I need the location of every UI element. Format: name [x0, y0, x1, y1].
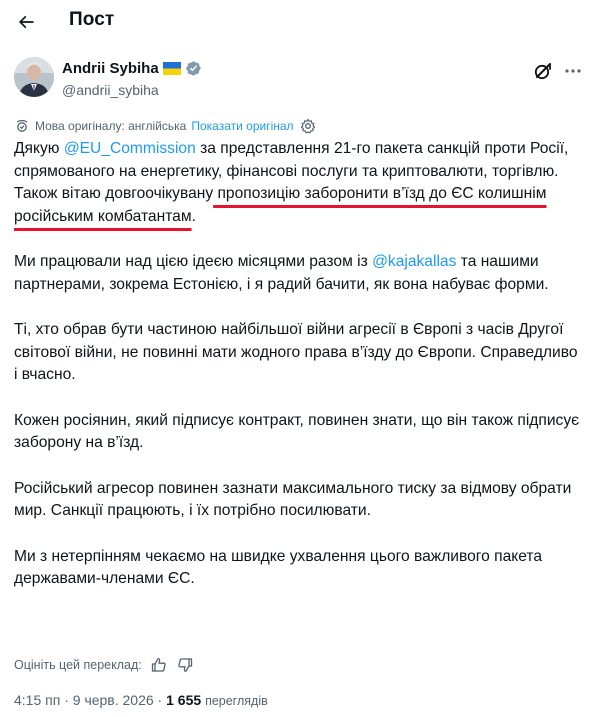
views-count: 1 655 — [166, 692, 202, 708]
post-time[interactable]: 4:15 пп — [14, 692, 60, 708]
post-paragraph-5: Російський агресор повинен зазнати макси… — [14, 479, 572, 520]
post-paragraph-2: Ми працювали над цією ідеєю місяцями раз… — [14, 253, 549, 293]
views-label: переглядів — [205, 694, 268, 708]
author-name[interactable]: Andrii Sybiha — [62, 60, 202, 77]
avatar[interactable] — [14, 57, 54, 97]
more-options-icon[interactable] — [562, 60, 584, 82]
post-date[interactable]: 9 черв. 2026 — [73, 692, 154, 708]
post-meta: 4:15 пп · 9 черв. 2026 · 1 655 перегляді… — [14, 692, 268, 708]
author-handle[interactable]: @andrii_sybiha — [62, 82, 159, 98]
page-title: Пост — [69, 9, 115, 30]
rate-translation-bar: Оцініть цей переклад: — [14, 655, 194, 675]
gear-icon[interactable] — [300, 118, 316, 134]
mention-eu-commission[interactable]: @EU_Commission — [64, 140, 196, 157]
grok-icon[interactable] — [532, 60, 554, 82]
original-language-label: Мова оригіналу: англійська — [35, 119, 187, 133]
thumbs-up-icon[interactable] — [150, 656, 168, 674]
mention-kajakallas[interactable]: @kajakallas — [372, 253, 456, 270]
post-paragraph-6: Ми з нетерпінням чекаємо на швидке ухвал… — [14, 547, 543, 588]
thumbs-down-icon[interactable] — [176, 656, 194, 674]
post-paragraph-4: Кожен росіянин, який підписує контракт, … — [14, 411, 580, 452]
ukraine-flag-icon — [162, 62, 181, 75]
show-original-link[interactable]: Показати оригінал — [191, 119, 293, 133]
top-bar: Пост — [0, 0, 591, 46]
translate-icon — [14, 118, 30, 134]
post-paragraph-3: Ті, хто обрав бути частиною найбільшої в… — [14, 321, 578, 383]
post-author: Andrii Sybiha @andrii_sybiha — [14, 56, 584, 102]
post-text: Дякую @EU_Commission за представлення 21… — [14, 138, 580, 614]
post-paragraph-1: Дякую @EU_Commission за представлення 21… — [14, 140, 569, 225]
translation-bar: Мова оригіналу: англійська Показати ориг… — [14, 117, 316, 135]
back-arrow-icon[interactable] — [12, 8, 40, 36]
verified-badge-icon — [185, 60, 202, 77]
rate-translation-label: Оцініть цей переклад: — [14, 658, 142, 672]
